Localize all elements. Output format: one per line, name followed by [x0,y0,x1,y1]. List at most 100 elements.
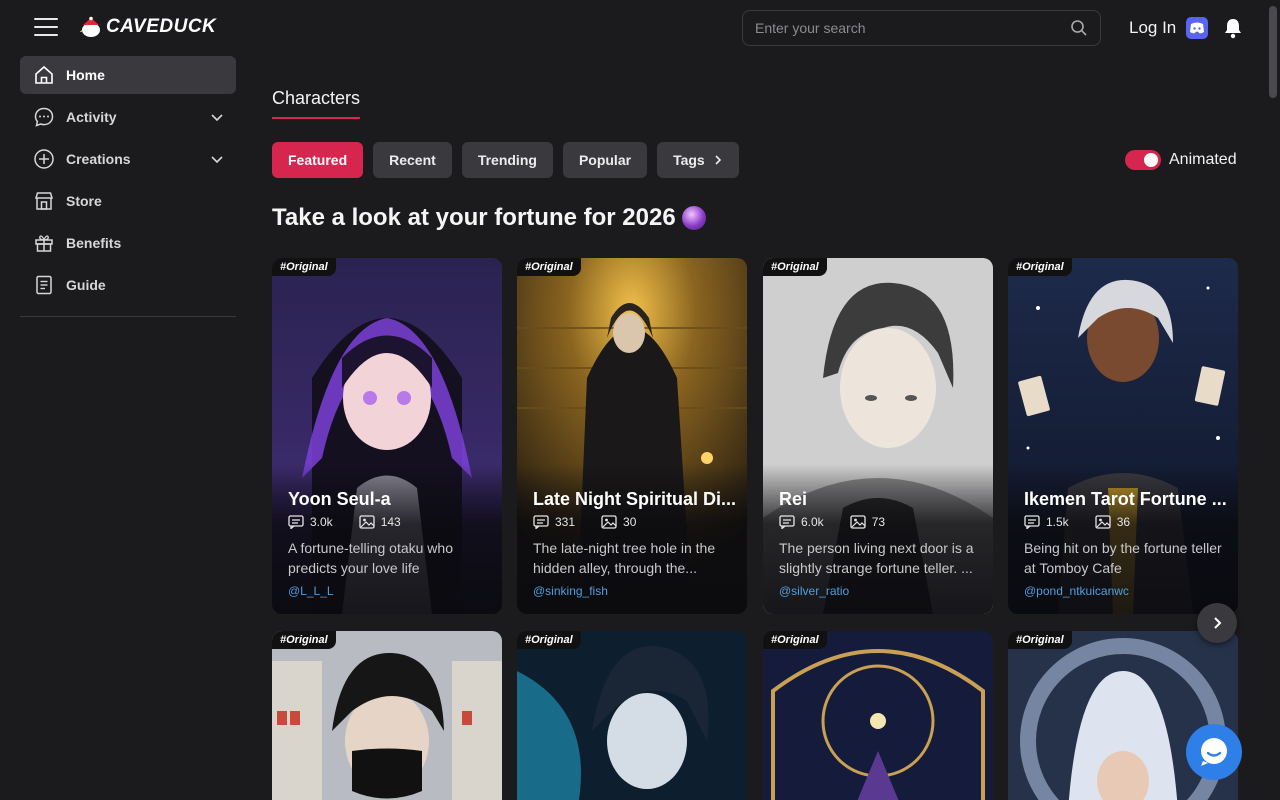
chat-bubble-icon [32,105,56,129]
animated-toggle[interactable]: Animated [1125,150,1237,170]
card-tag: #Original [517,258,581,276]
card-tag: #Original [763,631,827,649]
character-card-ikemen-tarot[interactable]: #Original Ikemen Tarot Fortune ... 1.5k … [1008,258,1238,614]
image-count: 30 [623,515,637,529]
sidebar-item-label: Guide [66,277,106,293]
filter-featured[interactable]: Featured [272,142,364,178]
menu-icon[interactable] [34,18,58,38]
animated-label: Animated [1169,151,1237,168]
character-card[interactable]: #Original [272,631,502,800]
character-card-yoon-seul-a[interactable]: #Original Yoon Seul-a 3.0k 143 A fortune… [272,258,502,614]
image-count-icon [601,515,617,529]
card-description: Being hit on by the fortune teller at To… [1024,540,1222,576]
chat-count: 6.0k [801,515,824,529]
sidebar-item-label: Creations [66,151,131,167]
search-icon[interactable] [1070,19,1088,37]
sidebar-item-guide[interactable]: Guide [20,266,236,304]
filter-chips: Featured Recent Trending Popular Tags [272,142,739,178]
card-description: A fortune-telling otaku who predicts you… [288,540,453,576]
card-author[interactable]: @pond_ntkuicanwc [1024,584,1129,598]
section-headline: Take a look at your fortune for 2026 [272,204,706,232]
tab-characters[interactable]: Characters [272,88,361,119]
logo-text: CAVEDUCK [106,16,217,37]
logo[interactable]: CAVEDUCK [80,14,216,40]
chat-count: 3.0k [310,515,333,529]
sidebar-item-home[interactable]: Home [20,56,236,94]
card-tag: #Original [763,258,827,276]
scrollbar[interactable] [1266,0,1280,800]
card-stats: 331 30 [533,515,636,529]
image-count: 143 [380,515,401,529]
filter-popular[interactable]: Popular [562,142,648,178]
sidebar-item-benefits[interactable]: Benefits [20,224,236,262]
card-tag: #Original [517,631,581,649]
carousel-next-button[interactable] [1197,603,1237,643]
filter-trending[interactable]: Trending [461,142,553,178]
home-icon [32,63,56,87]
store-icon [32,189,56,213]
search-input[interactable] [755,20,1070,36]
card-author[interactable]: @silver_ratio [779,584,849,598]
card-tag: #Original [1008,258,1072,276]
character-card-late-night-spiritual[interactable]: #Original Late Night Spiritual Di... 331… [517,258,747,614]
card-name: Rei [779,489,808,509]
chevron-down-icon[interactable] [210,110,224,124]
chevron-down-icon[interactable] [210,152,224,166]
image-count: 36 [1116,515,1131,529]
top-bar: CAVEDUCK Log In [0,0,1266,56]
chat-count-icon [288,515,304,529]
card-stats: 6.0k 73 [779,515,885,529]
plus-circle-icon [32,147,56,171]
sidebar-item-store[interactable]: Store [20,182,236,220]
card-tag: #Original [272,631,336,649]
filter-tags[interactable]: Tags [657,142,739,178]
toggle-knob [1144,153,1158,167]
login-button[interactable]: Log In [1129,18,1176,38]
sidebar: Home Activity Creations Store Benefits G… [20,56,236,317]
document-icon [32,273,56,297]
filter-label: Trending [477,152,537,168]
chevron-right-icon [715,155,721,165]
card-tag: #Original [1008,631,1072,649]
image-count: 73 [871,515,886,529]
sidebar-item-creations[interactable]: Creations [20,140,236,178]
duck-logo-icon [80,16,100,37]
chat-count: 1.5k [1046,515,1069,529]
sidebar-item-label: Home [66,67,105,83]
sidebar-item-label: Benefits [66,235,122,251]
crystal-ball-icon [681,206,706,230]
card-author[interactable]: @sinking_fish [533,584,608,598]
character-portrait [517,631,747,800]
chat-icon [1201,738,1227,766]
card-name: Yoon Seul-a [288,489,391,509]
sidebar-item-activity[interactable]: Activity [20,98,236,136]
character-card-rei[interactable]: #Original Rei 6.0k 73 The person living … [763,258,993,614]
image-count-icon [359,515,375,529]
chat-count: 331 [555,515,576,529]
card-name: Ikemen Tarot Fortune ... [1024,489,1227,509]
discord-icon[interactable] [1186,17,1208,39]
card-author[interactable]: @L_L_L [288,584,334,598]
scrollbar-thumb[interactable] [1269,6,1277,98]
chat-count-icon [1024,515,1040,529]
support-chat-button[interactable] [1186,724,1242,780]
chat-count-icon [779,515,795,529]
card-stats: 1.5k 36 [1024,515,1130,529]
filter-label: Featured [288,152,348,168]
card-name: Late Night Spiritual Di... [533,489,737,509]
card-description: The person living next door is a slightl… [779,540,974,576]
filter-recent[interactable]: Recent [373,142,452,178]
sidebar-item-label: Activity [66,109,117,125]
character-portrait [272,631,502,800]
filter-label: Popular [578,152,632,168]
bell-icon[interactable] [1223,17,1243,39]
character-card[interactable]: #Original [517,631,747,800]
card-description: The late-night tree hole in the hidden a… [533,540,716,576]
toggle-switch[interactable] [1125,150,1161,170]
image-count-icon [1095,515,1111,529]
sidebar-divider [20,316,236,317]
filter-label: Recent [389,152,436,168]
chat-count-icon [533,515,549,529]
character-card[interactable]: #Original [763,631,993,800]
gift-icon [32,231,56,255]
